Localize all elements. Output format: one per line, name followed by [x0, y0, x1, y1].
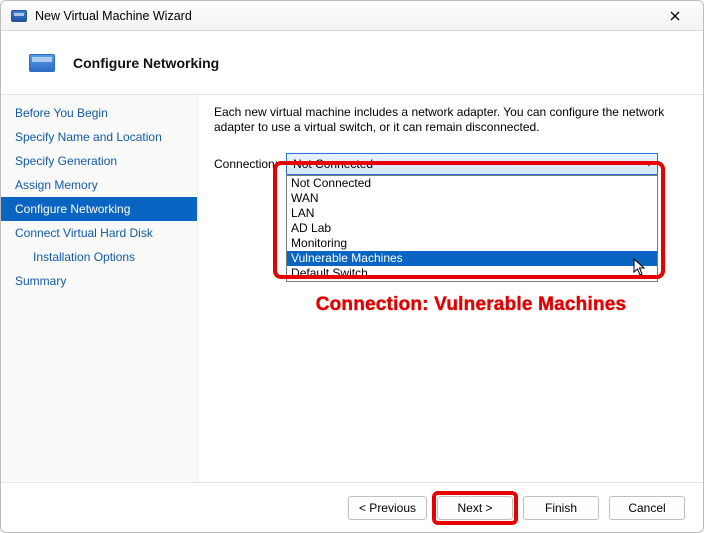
- annotation-caption-wrap: Connection: Vulnerable Machines: [281, 294, 661, 316]
- step-specify-name-location[interactable]: Specify Name and Location: [1, 125, 197, 149]
- annotation-caption: Connection: Vulnerable Machines: [281, 294, 661, 316]
- option-vulnerable-machines[interactable]: Vulnerable Machines: [287, 251, 657, 266]
- page-title: Configure Networking: [73, 55, 219, 71]
- connection-dropdown: Not Connected WAN LAN AD Lab Monitoring …: [286, 175, 658, 282]
- step-connect-vhd[interactable]: Connect Virtual Hard Disk: [1, 221, 197, 245]
- step-configure-networking[interactable]: Configure Networking: [1, 197, 197, 221]
- option-wan[interactable]: WAN: [287, 191, 657, 206]
- app-icon: [11, 10, 27, 22]
- option-ad-lab[interactable]: AD Lab: [287, 221, 657, 236]
- option-default-switch[interactable]: Default Switch: [287, 266, 657, 281]
- intro-text: Each new virtual machine includes a netw…: [214, 105, 674, 135]
- option-monitoring[interactable]: Monitoring: [287, 236, 657, 251]
- step-specify-generation[interactable]: Specify Generation: [1, 149, 197, 173]
- next-button-wrap: Next >: [437, 496, 513, 520]
- wizard-footer: < Previous Next > Finish Cancel: [1, 482, 703, 532]
- step-before-you-begin[interactable]: Before You Begin: [1, 101, 197, 125]
- monitor-icon: [29, 54, 55, 72]
- step-installation-options[interactable]: Installation Options: [1, 245, 197, 269]
- option-lan[interactable]: LAN: [287, 206, 657, 221]
- chevron-down-icon: [645, 162, 653, 167]
- connection-combobox[interactable]: Not Connected: [286, 153, 658, 175]
- connection-combobox-value: Not Connected: [293, 157, 373, 171]
- wizard-body: Before You Begin Specify Name and Locati…: [1, 95, 703, 482]
- wizard-window: New Virtual Machine Wizard Configure Net…: [0, 0, 704, 533]
- window-title: New Virtual Machine Wizard: [35, 9, 192, 23]
- connection-combo-wrap: Not Connected Not Connected WAN LAN AD L…: [286, 153, 658, 175]
- connection-row: Connection: Not Connected Not Connected …: [214, 153, 679, 175]
- next-button[interactable]: Next >: [437, 496, 513, 520]
- option-not-connected[interactable]: Not Connected: [287, 176, 657, 191]
- connection-label: Connection:: [214, 153, 278, 171]
- page-header: Configure Networking: [1, 31, 703, 95]
- step-summary[interactable]: Summary: [1, 269, 197, 293]
- step-assign-memory[interactable]: Assign Memory: [1, 173, 197, 197]
- main-panel: Each new virtual machine includes a netw…: [198, 95, 703, 482]
- titlebar: New Virtual Machine Wizard: [1, 1, 703, 31]
- close-button[interactable]: [655, 2, 695, 30]
- cancel-button[interactable]: Cancel: [609, 496, 685, 520]
- finish-button[interactable]: Finish: [523, 496, 599, 520]
- step-sidebar: Before You Begin Specify Name and Locati…: [1, 95, 198, 482]
- previous-button[interactable]: < Previous: [348, 496, 427, 520]
- close-icon: [670, 11, 680, 21]
